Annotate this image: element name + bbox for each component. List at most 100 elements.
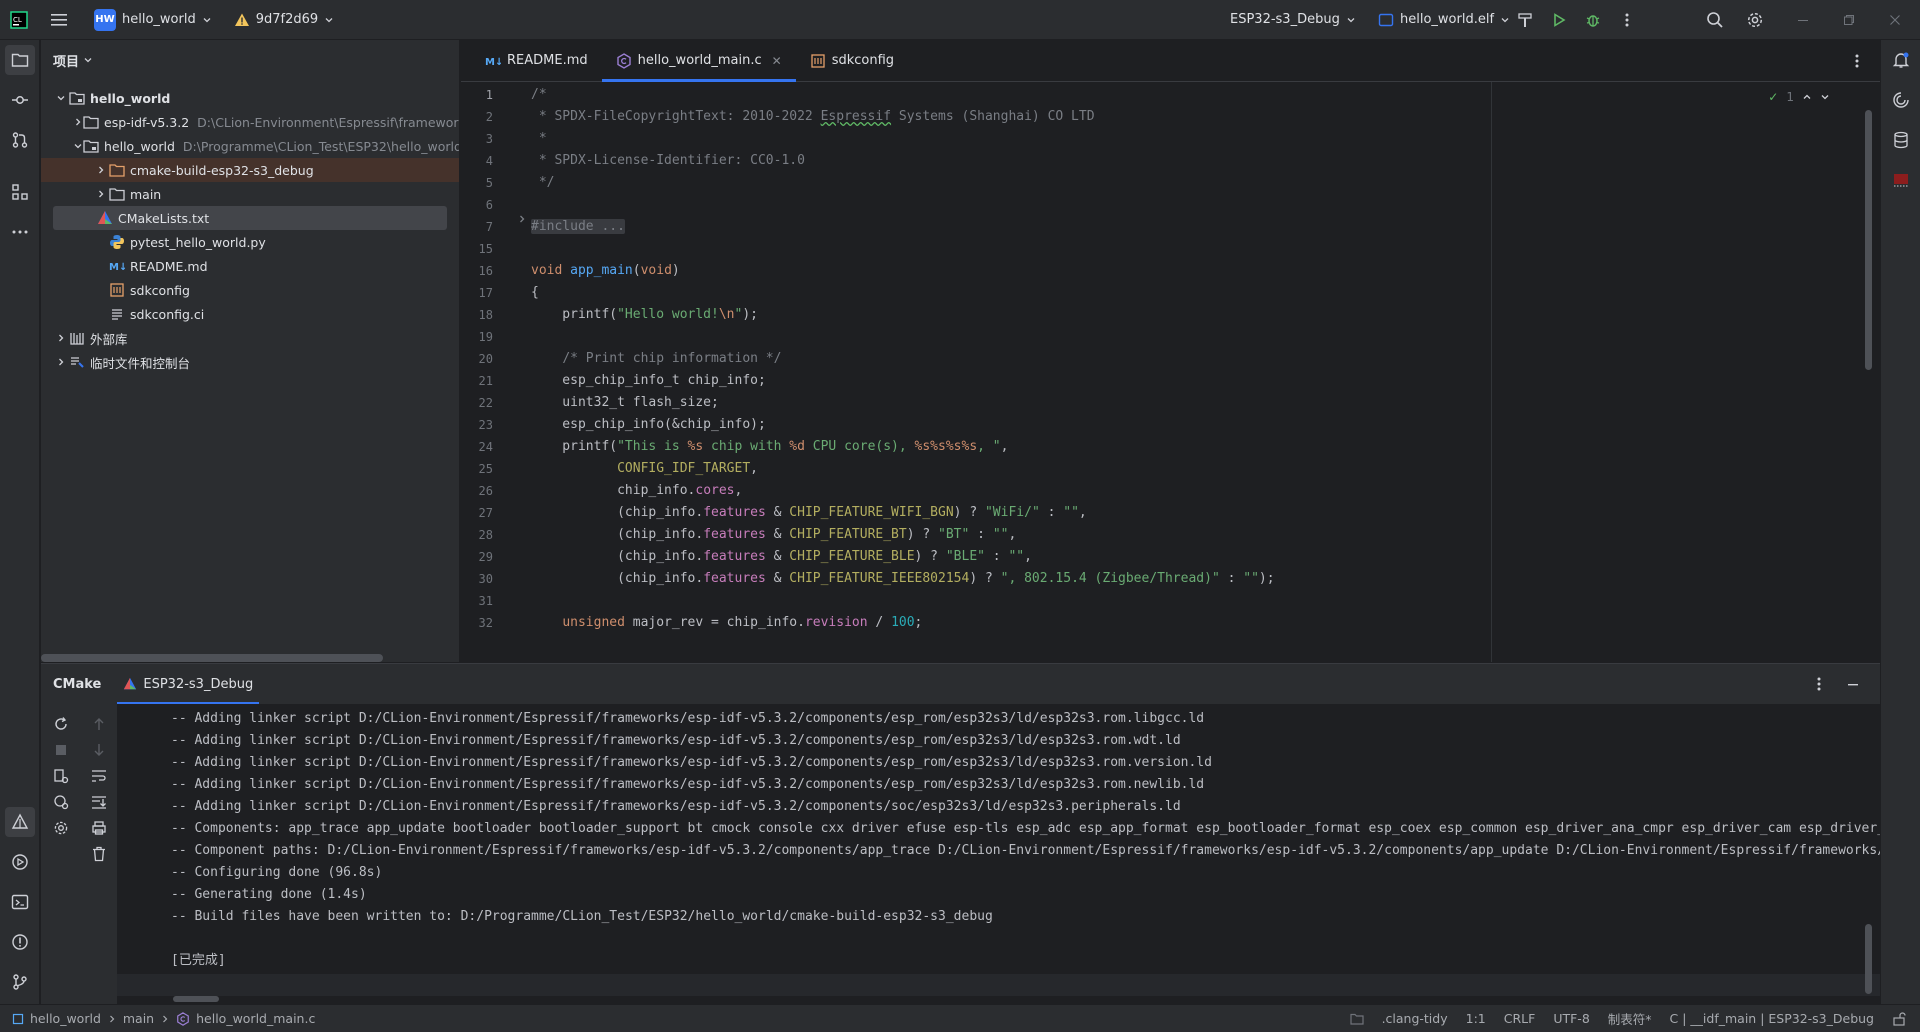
scroll-to-end-icon[interactable]: [87, 790, 111, 814]
structure-icon[interactable]: [5, 177, 35, 207]
commit-icon[interactable]: [5, 85, 35, 115]
project-panel-header[interactable]: 项目: [41, 40, 459, 80]
memory-view-icon[interactable]: [1886, 165, 1916, 195]
run-icon[interactable]: [1544, 5, 1574, 35]
build-hammer-icon[interactable]: [1510, 5, 1540, 35]
terminal-icon[interactable]: [5, 887, 35, 917]
console-horizontal-scrollbar[interactable]: [173, 996, 219, 1002]
line-number[interactable]: 26: [461, 480, 493, 502]
minimize-panel-icon[interactable]: [1838, 669, 1868, 699]
folder-icon[interactable]: [1349, 1013, 1364, 1025]
vcs-branch-widget[interactable]: 9d7f2d69: [226, 6, 342, 34]
encoding-widget[interactable]: UTF-8: [1553, 1011, 1589, 1026]
chevron-up-icon[interactable]: [1802, 92, 1812, 102]
arrow-down-icon[interactable]: [87, 738, 111, 762]
breadcrumb-folder[interactable]: main: [123, 1011, 154, 1026]
tab-options-icon[interactable]: [1842, 46, 1872, 76]
chevron-right-icon[interactable]: [53, 330, 69, 346]
line-number[interactable]: 18: [461, 304, 493, 326]
chevron-right-icon[interactable]: [93, 186, 109, 202]
lock-open-icon[interactable]: [1892, 1011, 1906, 1026]
tree-node-scratches[interactable]: 临时文件和控制台: [53, 350, 459, 374]
inspections-widget[interactable]: ✓ 1: [1768, 90, 1830, 104]
line-number[interactable]: 15: [461, 238, 493, 260]
gear-icon[interactable]: [49, 816, 73, 840]
line-number[interactable]: 16: [461, 260, 493, 282]
tree-node-cmakelists[interactable]: CMakeLists.txt: [53, 206, 447, 230]
cmake-settings-icon[interactable]: [49, 764, 73, 788]
chevron-right-icon[interactable]: [73, 114, 83, 130]
target-selector[interactable]: hello_world.elf: [1370, 6, 1518, 34]
more-tool-windows-icon[interactable]: [5, 217, 35, 247]
chevron-right-icon[interactable]: [93, 162, 109, 178]
ai-assistant-icon[interactable]: [1886, 85, 1916, 115]
line-number[interactable]: 29: [461, 546, 493, 568]
minimize-window-icon[interactable]: [1788, 5, 1818, 35]
line-number[interactable]: 30: [461, 568, 493, 590]
line-number[interactable]: 32: [461, 612, 493, 634]
soft-wrap-icon[interactable]: [87, 764, 111, 788]
tree-node-main-folder[interactable]: main: [53, 182, 459, 206]
cmake-tool-icon[interactable]: [5, 807, 35, 837]
database-icon[interactable]: [1886, 125, 1916, 155]
line-number[interactable]: 25: [461, 458, 493, 480]
chevron-right-icon[interactable]: [53, 354, 69, 370]
clang-tidy-widget[interactable]: .clang-tidy: [1382, 1011, 1448, 1026]
more-actions-icon[interactable]: [1612, 5, 1642, 35]
tab-hello-world-main[interactable]: hello_world_main.c ✕: [601, 40, 796, 82]
print-icon[interactable]: [87, 816, 111, 840]
line-number[interactable]: 5: [461, 172, 493, 194]
line-number[interactable]: 22: [461, 392, 493, 414]
tree-node-external-libraries[interactable]: 外部库: [53, 326, 459, 350]
search-icon[interactable]: [1700, 5, 1730, 35]
project-horizontal-scrollbar[interactable]: [41, 654, 383, 662]
panel-options-icon[interactable]: [1804, 669, 1834, 699]
cmake-console-output[interactable]: -- Adding linker script D:/CLion-Environ…: [117, 704, 1880, 1004]
line-number[interactable]: 1: [461, 84, 493, 106]
gear-icon[interactable]: [1740, 5, 1770, 35]
tree-node-cmake-build-folder[interactable]: cmake-build-esp32-s3_debug: [41, 158, 459, 182]
line-number[interactable]: 28: [461, 524, 493, 546]
arrow-up-icon[interactable]: [87, 712, 111, 736]
run-configuration-selector[interactable]: ESP32-s3_Debug: [1222, 6, 1364, 34]
tree-node-sdkconfig-ci[interactable]: sdkconfig.ci: [53, 302, 459, 326]
services-icon[interactable]: [5, 847, 35, 877]
tree-node-readme[interactable]: M↓ README.md: [53, 254, 459, 278]
line-number[interactable]: 6: [461, 194, 493, 216]
tree-node-pytest-file[interactable]: pytest_hello_world.py: [53, 230, 459, 254]
line-number[interactable]: 27: [461, 502, 493, 524]
notifications-icon[interactable]: [1886, 45, 1916, 75]
editor-vertical-scrollbar[interactable]: [1865, 110, 1872, 370]
search-settings-icon[interactable]: [49, 790, 73, 814]
trash-icon[interactable]: [87, 842, 111, 866]
git-icon[interactable]: [5, 967, 35, 997]
tab-esp32-s3-debug[interactable]: ESP32-s3_Debug: [117, 664, 260, 704]
caret-position[interactable]: 1:1: [1466, 1011, 1486, 1026]
tree-node-esp-idf[interactable]: esp-idf-v5.3.2 D:\CLion-Environment\Espr…: [53, 110, 459, 134]
line-number[interactable]: 7: [461, 216, 493, 238]
debug-icon[interactable]: [1578, 5, 1608, 35]
line-number[interactable]: 2: [461, 106, 493, 128]
line-number-gutter[interactable]: 1 2 3 4 5 6 7 15 16 17 18 19 20 21 22 23 24 25 26 27 28 29 30 3…: [461, 82, 521, 662]
tree-node-project-root[interactable]: hello_world: [53, 86, 459, 110]
tab-sdkconfig[interactable]: sdkconfig: [796, 40, 908, 81]
stop-icon[interactable]: [49, 738, 73, 762]
console-vertical-scrollbar[interactable]: [1865, 924, 1872, 994]
project-switcher[interactable]: HW hello_world: [86, 6, 220, 34]
line-number[interactable]: 24: [461, 436, 493, 458]
reload-icon[interactable]: [49, 712, 73, 736]
chevron-down-icon[interactable]: [53, 90, 69, 106]
chevron-down-icon[interactable]: [73, 138, 83, 154]
indent-widget[interactable]: 制表符*: [1608, 1009, 1652, 1028]
pull-requests-icon[interactable]: [5, 125, 35, 155]
context-widget[interactable]: C | __idf_main | ESP32-s3_Debug: [1670, 1011, 1874, 1026]
code-editor[interactable]: /* * SPDX-FileCopyrightText: 2010-2022 E…: [531, 82, 1840, 662]
tree-node-sdkconfig[interactable]: sdkconfig: [53, 278, 459, 302]
line-number[interactable]: 17: [461, 282, 493, 304]
line-number[interactable]: 21: [461, 370, 493, 392]
line-number[interactable]: 4: [461, 150, 493, 172]
line-separator-widget[interactable]: CRLF: [1504, 1011, 1536, 1026]
breadcrumb-project[interactable]: hello_world: [30, 1011, 101, 1026]
tab-cmake[interactable]: CMake: [53, 664, 101, 704]
line-number[interactable]: 23: [461, 414, 493, 436]
